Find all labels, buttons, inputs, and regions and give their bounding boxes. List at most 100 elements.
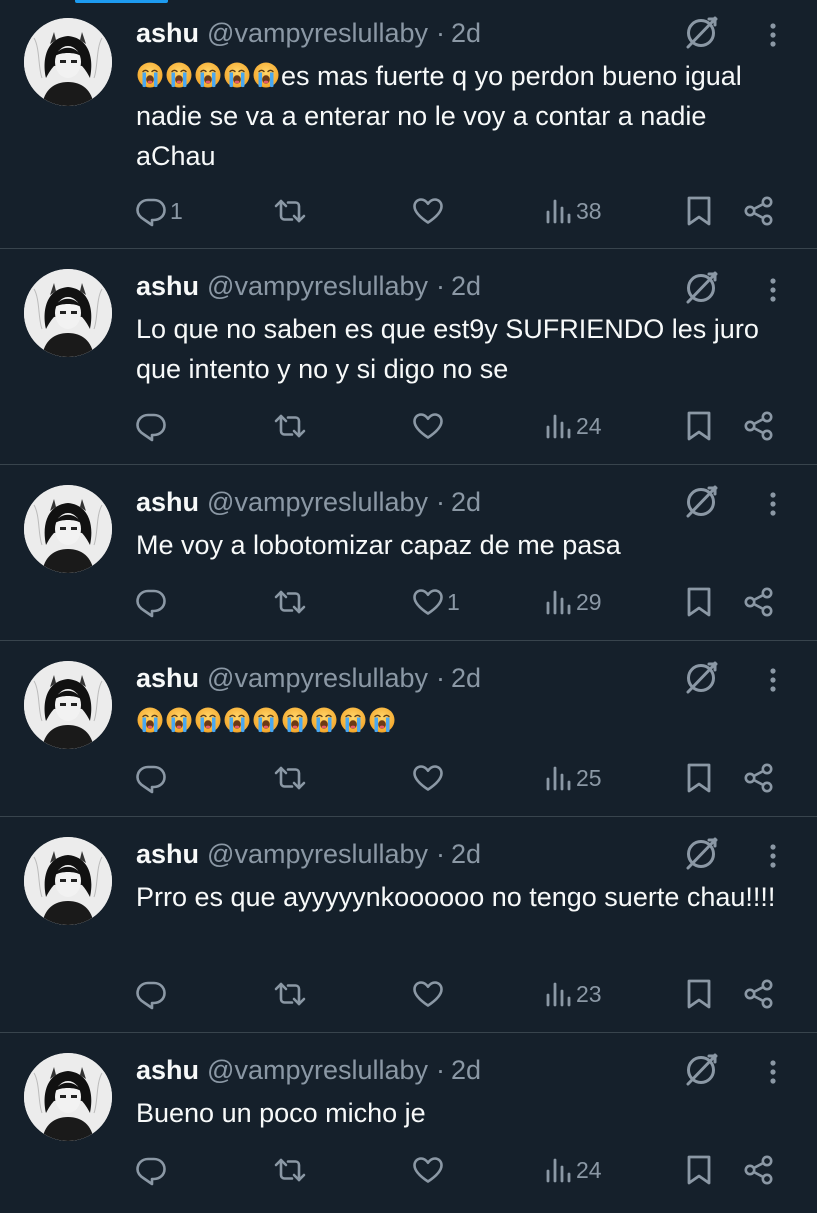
share-button[interactable] [742,1150,776,1190]
views-button[interactable]: 38 [544,191,602,231]
like-button[interactable]: 1 [411,582,460,622]
avatar[interactable] [24,661,112,749]
views-button[interactable]: 24 [544,1150,602,1190]
views-button[interactable]: 25 [544,758,602,798]
avatar[interactable] [24,18,112,106]
avatar[interactable] [24,485,112,573]
bookmark-button[interactable] [684,582,714,622]
views-count: 23 [576,980,602,1007]
tweet[interactable]: ashu @vampyreslullaby · 2d Lo que no saben … [0,249,817,465]
like-button[interactable] [411,758,447,798]
timestamp[interactable]: 2d [451,18,481,48]
bookmark-button[interactable] [684,1150,714,1190]
views-button[interactable]: 23 [544,974,602,1014]
like-button[interactable] [411,406,447,446]
user-handle[interactable]: @vampyreslullaby [207,1055,428,1085]
grok-icon[interactable] [682,1051,720,1089]
more-icon[interactable] [758,20,788,50]
tweet[interactable]: ashu @vampyreslullaby · 2d 25 [0,641,817,817]
like-button[interactable] [411,191,447,231]
share-icon [742,761,776,795]
reply-button[interactable] [134,758,170,798]
share-button[interactable] [742,191,776,231]
more-icon[interactable] [758,489,788,519]
grok-icon[interactable] [682,269,720,307]
share-button[interactable] [742,406,776,446]
more-icon[interactable] [758,665,788,695]
display-name[interactable]: ashu [136,271,199,301]
views-count: 24 [576,1156,602,1183]
bookmark-button[interactable] [684,406,714,446]
like-button[interactable] [411,1150,447,1190]
tweet-header: ashu @vampyreslullaby · 2d [136,1053,481,1087]
display-name[interactable]: ashu [136,487,199,517]
share-button[interactable] [742,582,776,622]
retweet-button[interactable] [272,974,310,1014]
grok-icon[interactable] [682,659,720,697]
timestamp[interactable]: 2d [451,839,481,869]
loudly-crying-face-icon [195,707,221,733]
tweet[interactable]: ashu @vampyreslullaby · 2d Prro es que ayyy… [0,817,817,1033]
avatar[interactable] [24,269,112,357]
retweet-button[interactable] [272,406,310,446]
tweet-text-content: Lo que no saben es que est9y SUFRIENDO l… [136,314,767,384]
display-name[interactable]: ashu [136,839,199,869]
user-handle[interactable]: @vampyreslullaby [207,18,428,48]
bookmark-button[interactable] [684,974,714,1014]
display-name[interactable]: ashu [136,18,199,48]
tweet-text: es mas fuerte q yo perdon bueno igual na… [136,56,786,176]
timestamp[interactable]: 2d [451,487,481,517]
retweet-button[interactable] [272,1150,310,1190]
user-handle[interactable]: @vampyreslullaby [207,487,428,517]
grok-icon[interactable] [682,14,720,52]
more-icon[interactable] [758,841,788,871]
retweet-button[interactable] [272,582,310,622]
user-handle[interactable]: @vampyreslullaby [207,271,428,301]
avatar[interactable] [24,1053,112,1141]
views-count: 38 [576,197,602,224]
reply-button[interactable] [134,582,170,622]
tweet[interactable]: ashu @vampyreslullaby · 2d es mas fuerte q … [0,0,817,249]
display-name[interactable]: ashu [136,1055,199,1085]
bookmark-icon [684,585,714,619]
more-icon[interactable] [758,1057,788,1087]
tweet[interactable]: ashu @vampyreslullaby · 2d Bueno un poco mi… [0,1033,817,1213]
user-handle[interactable]: @vampyreslullaby [207,839,428,869]
reply-button[interactable] [134,974,170,1014]
loudly-crying-face-icon [224,707,250,733]
bookmark-button[interactable] [684,758,714,798]
emoji-group [136,61,281,91]
retweet-button[interactable] [272,191,310,231]
views-button[interactable]: 24 [544,406,602,446]
more-icon[interactable] [758,275,788,305]
timestamp[interactable]: 2d [451,663,481,693]
timestamp[interactable]: 2d [451,1055,481,1085]
tweet-header: ashu @vampyreslullaby · 2d [136,16,481,50]
loudly-crying-face-icon [137,707,163,733]
action-bar: 24 [0,406,817,446]
share-button[interactable] [742,974,776,1014]
retweet-button[interactable] [272,758,310,798]
views-button[interactable]: 29 [544,582,602,622]
bookmark-icon [684,194,714,228]
display-name[interactable]: ashu [136,663,199,693]
user-handle[interactable]: @vampyreslullaby [207,663,428,693]
like-button[interactable] [411,974,447,1014]
share-icon [742,1153,776,1187]
grok-icon[interactable] [682,483,720,521]
reply-button[interactable] [134,406,170,446]
bookmark-button[interactable] [684,191,714,231]
views-count: 29 [576,588,602,615]
grok-icon[interactable] [682,835,720,873]
reply-button[interactable] [134,1150,170,1190]
avatar[interactable] [24,837,112,925]
retweet-icon [272,409,308,443]
tweet[interactable]: ashu @vampyreslullaby · 2d Me voy a lobotom… [0,465,817,641]
separator: · [436,663,446,693]
separator: · [436,487,446,517]
timestamp[interactable]: 2d [451,271,481,301]
share-button[interactable] [742,758,776,798]
reply-icon [134,1153,168,1187]
tweet-header: ashu @vampyreslullaby · 2d [136,485,481,519]
reply-button[interactable]: 1 [134,191,183,231]
